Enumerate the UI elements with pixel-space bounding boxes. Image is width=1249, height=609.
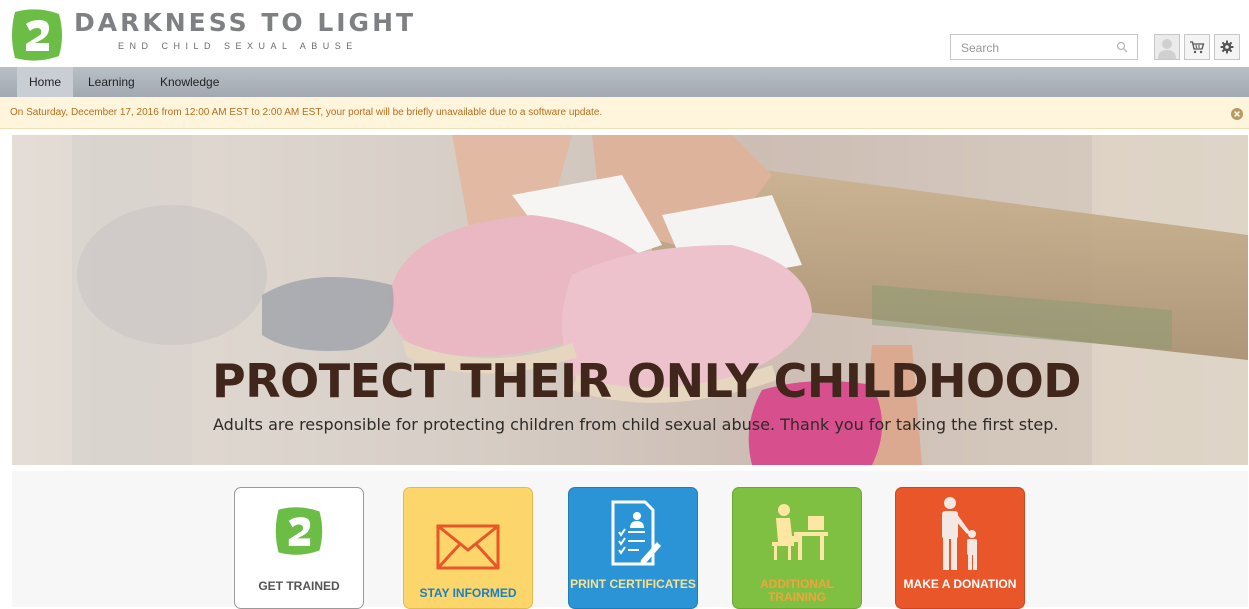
d2l-logo-icon bbox=[275, 507, 323, 555]
alert-message: On Saturday, December 17, 2016 from 12:0… bbox=[10, 107, 603, 118]
hero-banner: PROTECT THEIR ONLY CHILDHOOD Adults are … bbox=[12, 135, 1248, 465]
nav-item-home[interactable]: Home bbox=[17, 67, 74, 97]
settings-button[interactable] bbox=[1214, 34, 1240, 60]
search-input[interactable] bbox=[959, 39, 1113, 57]
stay-informed-tile[interactable]: STAY INFORMED bbox=[403, 487, 533, 609]
action-tiles: GET TRAINED STAY INFORMED PRINT CERTIFIC… bbox=[12, 471, 1248, 609]
user-avatar-icon[interactable] bbox=[1154, 34, 1180, 60]
tile-label: GET TRAINED bbox=[258, 579, 340, 593]
brand-title[interactable]: DARKNESS TO LIGHT bbox=[74, 8, 416, 37]
hero-heading: PROTECT THEIR ONLY CHILDHOOD bbox=[212, 354, 1081, 408]
certificate-icon bbox=[611, 500, 661, 566]
main-nav: Home Learning Knowledge bbox=[0, 67, 1249, 97]
additional-training-tile[interactable]: ADDITIONAL TRAINING bbox=[732, 487, 862, 609]
search-icon[interactable] bbox=[1116, 41, 1128, 53]
brand-tagline: END CHILD SEXUAL ABUSE bbox=[118, 41, 358, 51]
envelope-icon bbox=[436, 524, 500, 570]
nav-item-knowledge[interactable]: Knowledge bbox=[148, 67, 231, 97]
search-box bbox=[950, 34, 1138, 60]
nav-item-learning[interactable]: Learning bbox=[76, 67, 147, 97]
tile-label: PRINT CERTIFICATES bbox=[570, 577, 696, 591]
hero-subheading: Adults are responsible for protecting ch… bbox=[213, 415, 1059, 434]
get-trained-tile[interactable]: GET TRAINED bbox=[234, 487, 364, 609]
print-certificates-tile[interactable]: PRINT CERTIFICATES bbox=[568, 487, 698, 609]
cart-icon bbox=[1190, 41, 1205, 54]
tile-label: MAKE A DONATION bbox=[903, 577, 1017, 591]
maintenance-alert: On Saturday, December 17, 2016 from 12:0… bbox=[0, 97, 1249, 129]
site-header: DARKNESS TO LIGHT END CHILD SEXUAL ABUSE bbox=[0, 0, 1249, 67]
person-at-desk-icon bbox=[772, 504, 828, 560]
make-a-donation-tile[interactable]: MAKE A DONATION bbox=[895, 487, 1025, 609]
tile-label: STAY INFORMED bbox=[419, 586, 517, 600]
cart-button[interactable] bbox=[1184, 34, 1210, 60]
d2l-logo-icon[interactable] bbox=[9, 8, 65, 62]
close-circle-icon[interactable] bbox=[1231, 108, 1243, 120]
gear-icon bbox=[1220, 40, 1234, 54]
parent-child-icon bbox=[942, 497, 977, 570]
tile-label: ADDITIONAL TRAINING bbox=[760, 577, 834, 604]
